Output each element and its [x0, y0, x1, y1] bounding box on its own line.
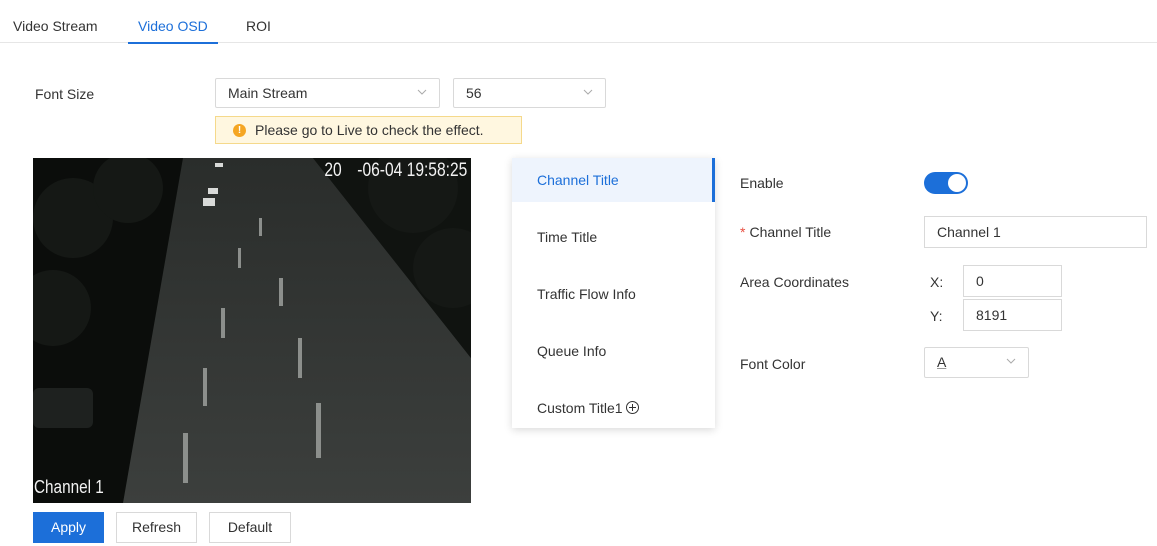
default-button[interactable]: Default: [209, 512, 291, 543]
y-coordinate-value: 8191: [976, 307, 1008, 323]
add-circle-icon[interactable]: [625, 401, 639, 414]
refresh-button[interactable]: Refresh: [116, 512, 197, 543]
channel-title-input[interactable]: Channel 1: [924, 216, 1147, 248]
menu-item-time-title[interactable]: Time Title: [512, 215, 715, 259]
x-coordinate-value: 0: [976, 273, 984, 289]
enable-toggle[interactable]: [924, 172, 968, 194]
warning-icon: !: [233, 124, 246, 137]
channel-title-label: * Channel Title: [740, 224, 831, 240]
font-color-label: Font Color: [740, 356, 806, 372]
live-notice: ! Please go to Live to check the effect.: [215, 116, 522, 144]
custom-title-label: Custom Title1: [537, 400, 623, 416]
road-scene-image: [33, 158, 471, 503]
tab-roi[interactable]: ROI: [246, 0, 271, 43]
font-size-label: Font Size: [35, 86, 95, 102]
tab-video-osd[interactable]: Video OSD: [128, 0, 218, 44]
tab-bar: Video Stream Video OSD ROI: [0, 0, 1157, 44]
x-label: X:: [930, 274, 944, 290]
enable-label: Enable: [740, 175, 784, 191]
menu-item-queue-info[interactable]: Queue Info: [512, 329, 715, 373]
toggle-knob: [948, 174, 966, 192]
area-coordinates-label: Area Coordinates: [740, 274, 849, 290]
chevron-down-icon: [583, 89, 593, 95]
stream-select[interactable]: Main Stream: [215, 78, 440, 108]
menu-item-traffic-flow-info[interactable]: Traffic Flow Info: [512, 272, 715, 316]
notice-text: Please go to Live to check the effect.: [255, 122, 484, 138]
x-coordinate-input[interactable]: 0: [963, 265, 1062, 297]
apply-button[interactable]: Apply: [33, 512, 104, 543]
font-size-select[interactable]: 56: [453, 78, 606, 108]
chevron-down-icon: [417, 89, 427, 95]
font-color-select[interactable]: A: [924, 347, 1029, 378]
osd-menu: Channel Title Time Title Traffic Flow In…: [512, 158, 715, 428]
channel-title-label-text: Channel Title: [749, 224, 832, 240]
required-asterisk: *: [740, 224, 746, 240]
menu-item-channel-title[interactable]: Channel Title: [512, 158, 715, 202]
y-coordinate-input[interactable]: 8191: [963, 299, 1062, 331]
font-color-value: A: [937, 354, 947, 370]
video-preview: 20 -06-04 19:58:25 Channel 1: [33, 158, 471, 503]
channel-overlay: Channel 1: [34, 477, 104, 497]
stream-select-value: Main Stream: [228, 85, 308, 101]
menu-item-custom-title1[interactable]: Custom Title1: [512, 386, 715, 430]
timestamp-overlay: 20 -06-04 19:58:25: [324, 160, 467, 181]
tab-video-stream[interactable]: Video Stream: [13, 0, 98, 43]
channel-title-value: Channel 1: [937, 224, 1001, 240]
font-size-select-value: 56: [466, 85, 482, 101]
chevron-down-icon: [1006, 358, 1016, 364]
y-label: Y:: [930, 308, 943, 324]
